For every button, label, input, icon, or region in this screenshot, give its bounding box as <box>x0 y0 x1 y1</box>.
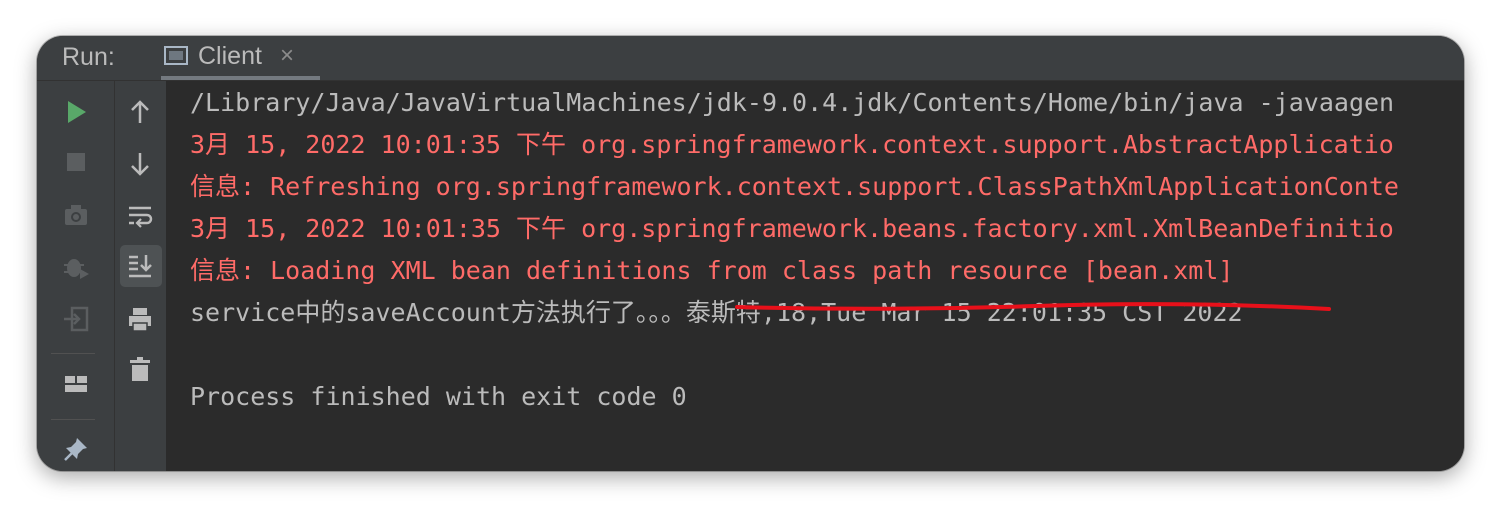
soft-wrap-icon <box>129 206 153 228</box>
console-icon <box>163 44 189 68</box>
camera-icon <box>65 205 87 225</box>
print-button[interactable] <box>124 303 156 335</box>
scroll-to-end-button[interactable] <box>124 250 156 282</box>
console-line: Process finished with exit code 0 <box>190 382 687 411</box>
run-controls-gutter <box>37 81 114 471</box>
toolbar-divider <box>51 419 95 420</box>
stop-button[interactable] <box>60 146 92 178</box>
play-icon <box>68 101 86 123</box>
pin-icon <box>64 438 87 461</box>
red-underline-annotation <box>735 302 1331 311</box>
trash-icon <box>130 357 150 381</box>
up-button[interactable] <box>124 96 156 128</box>
pin-button[interactable] <box>60 433 92 465</box>
arrow-down-icon <box>131 153 149 176</box>
layout-icon <box>65 376 87 392</box>
run-header: Run: Client × <box>37 36 1464 81</box>
dump-threads-button[interactable] <box>60 199 92 231</box>
login-button[interactable] <box>60 303 92 335</box>
console-actions-gutter <box>114 81 167 471</box>
console-line: 3月 15, 2022 10:01:35 下午 org.springframew… <box>190 130 1394 159</box>
stop-icon <box>67 153 85 171</box>
soft-wrap-button[interactable] <box>124 200 156 232</box>
debug-button[interactable] <box>60 251 92 283</box>
print-icon <box>129 308 151 332</box>
console-line: /Library/Java/JavaVirtualMachines/jdk-9.… <box>190 88 1395 117</box>
clear-button[interactable] <box>124 353 156 385</box>
arrow-up-icon <box>131 100 149 123</box>
debug-icon <box>64 259 89 279</box>
console-line: 信息: Loading XML bean definitions from cl… <box>190 256 1234 285</box>
layout-button[interactable] <box>60 368 92 400</box>
toolbar-divider <box>51 353 95 354</box>
rerun-button[interactable] <box>60 96 92 128</box>
tab-client[interactable]: Client × <box>161 36 320 80</box>
close-icon[interactable]: × <box>280 42 294 70</box>
console-line: 3月 15, 2022 10:01:35 下午 org.springframew… <box>190 214 1394 243</box>
console-line: 信息: Refreshing org.springframework.conte… <box>190 172 1399 201</box>
down-button[interactable] <box>124 148 156 180</box>
run-tool-window: Run: Client × /Library/Java/JavaVirtualM… <box>37 36 1464 471</box>
console-output[interactable]: /Library/Java/JavaVirtualMachines/jdk-9.… <box>166 81 1464 471</box>
run-label: Run: <box>62 43 115 71</box>
tab-label: Client <box>198 42 262 70</box>
login-icon <box>64 306 89 332</box>
scroll-to-end-icon <box>129 255 152 278</box>
